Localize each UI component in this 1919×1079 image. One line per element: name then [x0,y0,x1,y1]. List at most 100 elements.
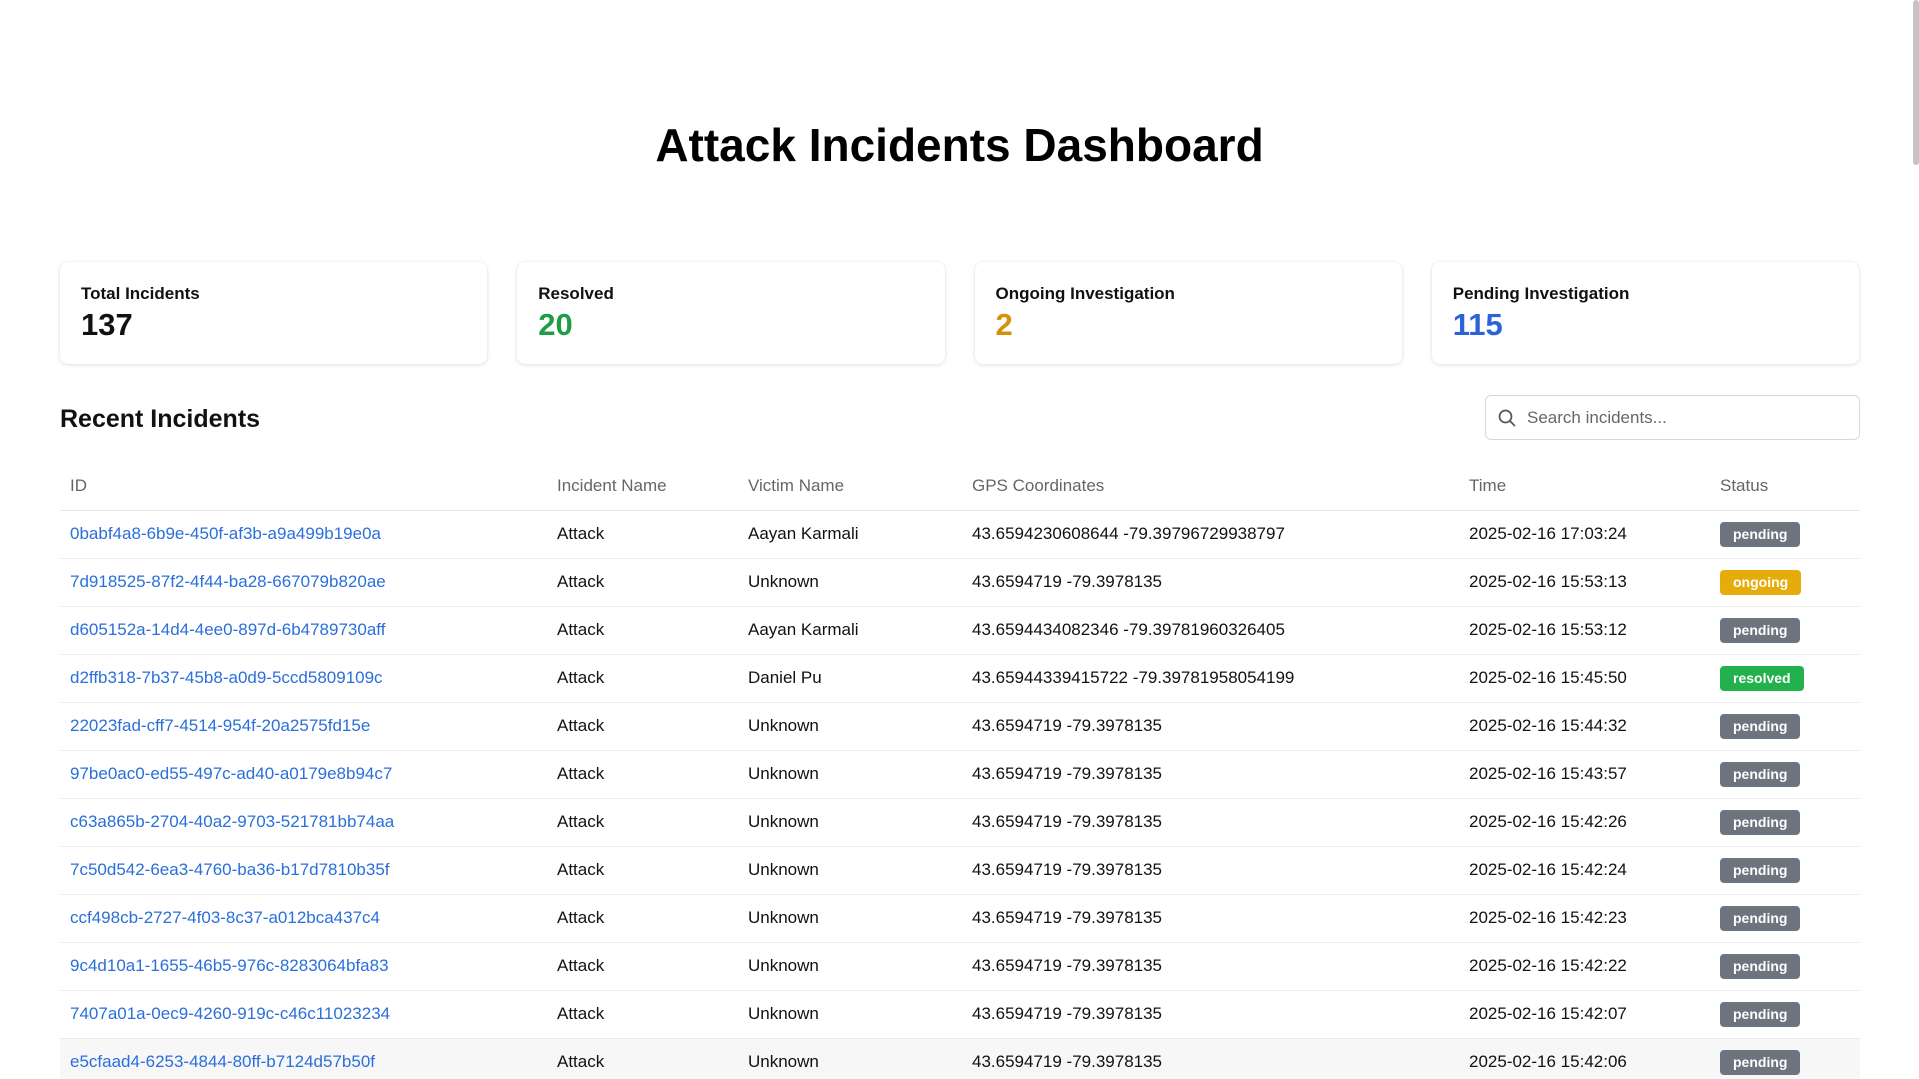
status-badge: resolved [1720,665,1804,691]
incident-id-cell: d605152a-14d4-4ee0-897d-6b4789730aff [60,606,547,655]
table-row[interactable]: 97be0ac0-ed55-497c-ad40-a0179e8b94c7 Att… [60,750,1860,799]
search-icon [1498,409,1516,426]
stat-card-pending: Pending Investigation 115 [1431,262,1859,364]
gps-cell: 43.6594719 -79.3978135 [962,846,1459,895]
table-row[interactable]: 7407a01a-0ec9-4260-919c-c46c11023234 Att… [60,990,1860,1039]
incident-id-link[interactable]: d605152a-14d4-4ee0-897d-6b4789730aff [70,620,385,639]
table-header-row: ID Incident Name Victim Name GPS Coordin… [60,462,1860,511]
incident-id-link[interactable]: d2ffb318-7b37-45b8-a0d9-5ccd5809109c [70,668,383,687]
status-cell: pending [1710,606,1860,655]
gps-cell: 43.6594719 -79.3978135 [962,702,1459,751]
column-header-time[interactable]: Time [1459,462,1710,511]
table-row[interactable]: 7d918525-87f2-4f44-ba28-667079b820ae Att… [60,558,1860,607]
table-row[interactable]: e5cfaad4-6253-4844-80ff-b7124d57b50f Att… [60,1038,1860,1079]
page-scrollbar[interactable] [1913,0,1919,165]
status-cell: ongoing [1710,558,1860,607]
status-badge: pending [1720,809,1801,835]
time-cell: 2025-02-16 15:42:06 [1459,1038,1710,1079]
incident-name-cell: Attack [547,558,738,607]
status-cell: pending [1710,750,1860,799]
column-header-victim-name[interactable]: Victim Name [738,462,962,511]
time-cell: 2025-02-16 15:43:57 [1459,750,1710,799]
incident-id-link[interactable]: 97be0ac0-ed55-497c-ad40-a0179e8b94c7 [70,764,392,783]
gps-cell: 43.6594719 -79.3978135 [962,942,1459,991]
incident-name-cell: Attack [547,942,738,991]
incident-id-cell: 0babf4a8-6b9e-450f-af3b-a9a499b19e0a [60,510,547,559]
column-header-incident-name[interactable]: Incident Name [547,462,738,511]
table-row[interactable]: d2ffb318-7b37-45b8-a0d9-5ccd5809109c Att… [60,654,1860,703]
table-row[interactable]: 7c50d542-6ea3-4760-ba36-b17d7810b35f Att… [60,846,1860,895]
incident-id-link[interactable]: 7407a01a-0ec9-4260-919c-c46c11023234 [70,1004,390,1023]
victim-name-cell: Unknown [738,798,962,847]
status-cell: pending [1710,702,1860,751]
column-header-status[interactable]: Status [1710,462,1860,511]
incident-id-link[interactable]: 9c4d10a1-1655-46b5-976c-8283064bfa83 [70,956,389,975]
victim-name-cell: Unknown [738,1038,962,1079]
victim-name-cell: Unknown [738,894,962,943]
victim-name-cell: Aayan Karmali [738,510,962,559]
search-box[interactable] [1485,395,1860,440]
status-cell: pending [1710,510,1860,559]
stat-value: 137 [81,307,133,342]
status-cell: pending [1710,990,1860,1039]
table-row[interactable]: c63a865b-2704-40a2-9703-521781bb74aa Att… [60,798,1860,847]
gps-cell: 43.6594719 -79.3978135 [962,558,1459,607]
incident-id-link[interactable]: 22023fad-cff7-4514-954f-20a2575fd15e [70,716,370,735]
gps-cell: 43.6594719 -79.3978135 [962,894,1459,943]
victim-name-cell: Unknown [738,702,962,751]
incident-name-cell: Attack [547,750,738,799]
time-cell: 2025-02-16 15:42:22 [1459,942,1710,991]
column-header-gps[interactable]: GPS Coordinates [962,462,1459,511]
incident-id-cell: 9c4d10a1-1655-46b5-976c-8283064bfa83 [60,942,547,991]
stat-card-resolved: Resolved 20 [517,262,945,364]
incident-id-link[interactable]: c63a865b-2704-40a2-9703-521781bb74aa [70,812,394,831]
status-badge: pending [1720,761,1801,787]
column-header-id[interactable]: ID [60,462,547,511]
status-cell: pending [1710,846,1860,895]
stat-value: 2 [995,307,1013,342]
stat-card-ongoing: Ongoing Investigation 2 [974,262,1402,364]
incident-id-link[interactable]: e5cfaad4-6253-4844-80ff-b7124d57b50f [70,1052,375,1071]
status-badge: ongoing [1720,569,1802,595]
incident-id-cell: d2ffb318-7b37-45b8-a0d9-5ccd5809109c [60,654,547,703]
incident-name-cell: Attack [547,846,738,895]
incident-id-cell: 97be0ac0-ed55-497c-ad40-a0179e8b94c7 [60,750,547,799]
gps-cell: 43.6594719 -79.3978135 [962,1038,1459,1079]
time-cell: 2025-02-16 15:42:24 [1459,846,1710,895]
incident-id-link[interactable]: 7c50d542-6ea3-4760-ba36-b17d7810b35f [70,860,390,879]
status-badge: pending [1720,617,1801,643]
stat-value: 20 [538,307,573,342]
incident-name-cell: Attack [547,894,738,943]
table-row[interactable]: d605152a-14d4-4ee0-897d-6b4789730aff Att… [60,606,1860,655]
victim-name-cell: Unknown [738,750,962,799]
recent-incidents-title: Recent Incidents [60,405,261,433]
table-row[interactable]: 9c4d10a1-1655-46b5-976c-8283064bfa83 Att… [60,942,1860,991]
incident-name-cell: Attack [547,798,738,847]
stat-label: Pending Investigation [1452,284,1630,303]
time-cell: 2025-02-16 15:53:13 [1459,558,1710,607]
victim-name-cell: Daniel Pu [738,654,962,703]
incidents-table-wrapper: ID Incident Name Victim Name GPS Coordin… [60,462,1860,1079]
gps-cell: 43.65944339415722 -79.39781958054199 [962,654,1459,703]
incident-id-link[interactable]: 0babf4a8-6b9e-450f-af3b-a9a499b19e0a [70,524,381,543]
stat-card-total: Total Incidents 137 [60,262,488,364]
incident-id-cell: 22023fad-cff7-4514-954f-20a2575fd15e [60,702,547,751]
status-badge: pending [1720,713,1801,739]
incident-name-cell: Attack [547,654,738,703]
stat-label: Ongoing Investigation [995,284,1175,303]
gps-cell: 43.6594230608644 -79.39796729938797 [962,510,1459,559]
table-row[interactable]: 22023fad-cff7-4514-954f-20a2575fd15e Att… [60,702,1860,751]
time-cell: 2025-02-16 15:42:26 [1459,798,1710,847]
table-row[interactable]: 0babf4a8-6b9e-450f-af3b-a9a499b19e0a Att… [60,510,1860,559]
table-row[interactable]: ccf498cb-2727-4f03-8c37-a012bca437c4 Att… [60,894,1860,943]
incidents-table: ID Incident Name Victim Name GPS Coordin… [60,462,1860,1079]
table-body: 0babf4a8-6b9e-450f-af3b-a9a499b19e0a Att… [60,510,1860,1079]
gps-cell: 43.6594719 -79.3978135 [962,798,1459,847]
status-badge: pending [1720,1001,1801,1027]
status-badge: pending [1720,521,1801,547]
page-title: Attack Incidents Dashboard [655,119,1264,171]
search-input[interactable] [1527,407,1847,428]
incident-id-link[interactable]: 7d918525-87f2-4f44-ba28-667079b820ae [70,572,386,591]
victim-name-cell: Unknown [738,990,962,1039]
incident-id-link[interactable]: ccf498cb-2727-4f03-8c37-a012bca437c4 [70,908,380,927]
